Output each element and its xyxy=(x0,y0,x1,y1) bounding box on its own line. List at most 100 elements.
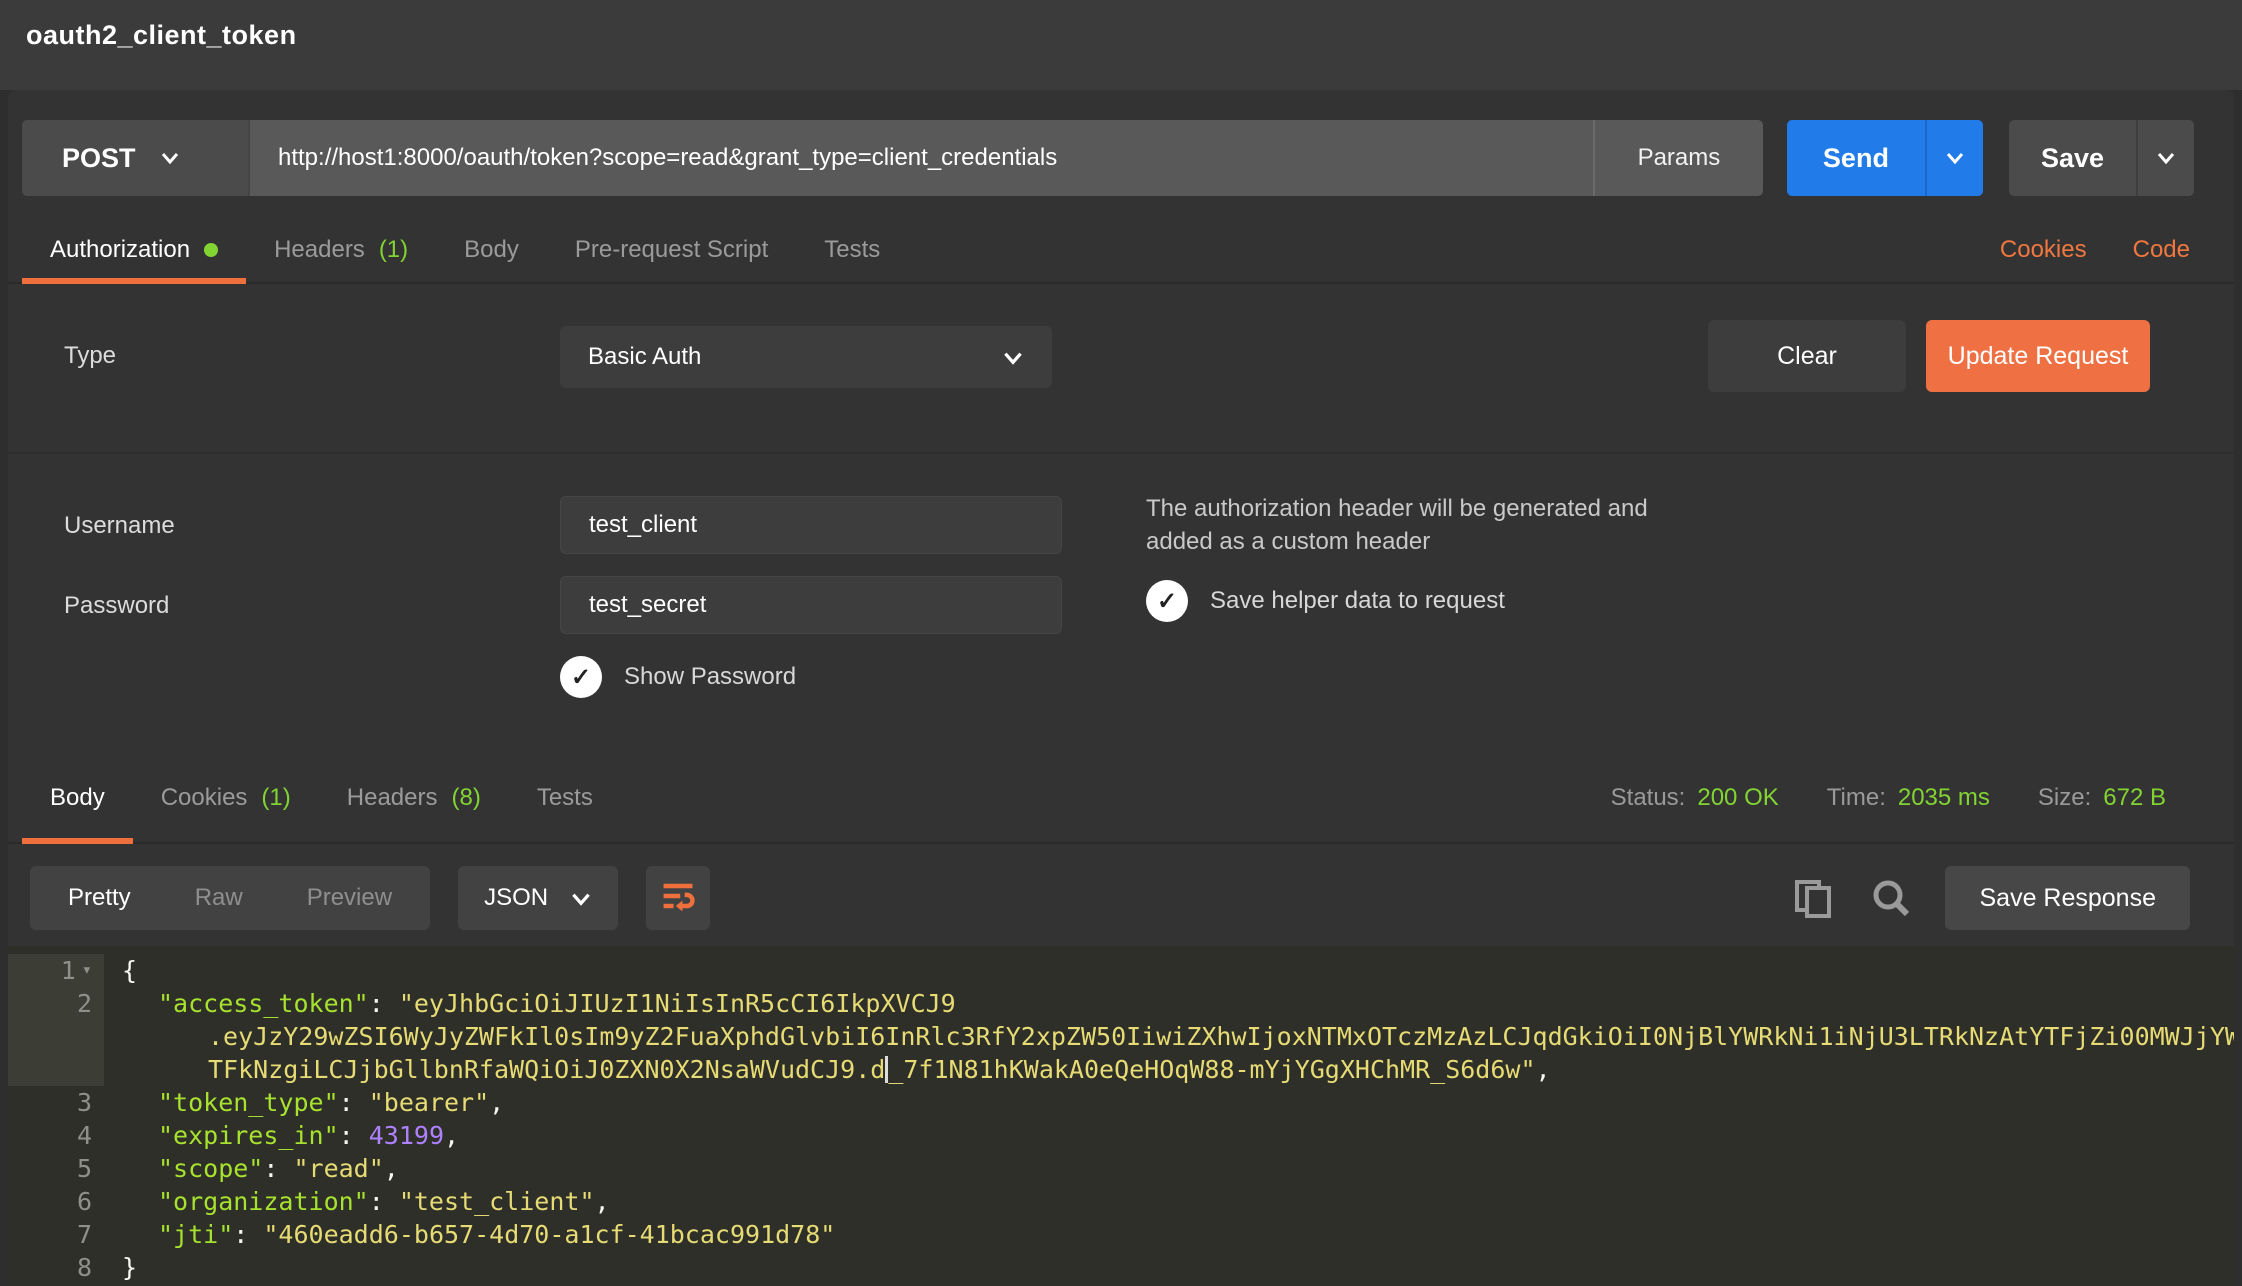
view-raw-tab[interactable]: Raw xyxy=(163,884,275,912)
check-icon: ✓ xyxy=(560,656,602,698)
chevron-down-icon xyxy=(568,886,592,910)
auth-type-value: Basic Auth xyxy=(588,343,701,371)
request-title: oauth2_client_token xyxy=(26,20,297,51)
search-response-button[interactable] xyxy=(1869,876,1913,920)
status-meta: Status: 200 OK xyxy=(1611,784,1779,812)
response-meta: Status: 200 OK Time: 2035 ms Size: 672 B xyxy=(1611,784,2166,812)
line-number: 8 xyxy=(77,1251,92,1284)
response-format-dropdown[interactable]: JSON xyxy=(458,866,618,930)
size-value: 672 B xyxy=(2103,784,2166,812)
open-brace: { xyxy=(122,956,137,985)
params-button[interactable]: Params xyxy=(1593,120,1763,196)
line-gutter: 6 xyxy=(8,1185,104,1218)
json-key: "token_type" xyxy=(158,1088,339,1117)
response-tab-headers-label: Headers xyxy=(347,784,438,812)
line-gutter: 7 xyxy=(8,1218,104,1251)
view-preview-tab[interactable]: Preview xyxy=(275,884,424,912)
wrap-text-icon xyxy=(658,876,698,921)
tab-tests[interactable]: Tests xyxy=(796,218,908,282)
response-headers-count-badge: (8) xyxy=(451,784,480,812)
save-helper-toggle[interactable]: ✓ Save helper data to request xyxy=(1146,580,1505,622)
json-colon: : xyxy=(263,1154,293,1183)
line-gutter: 2 xyxy=(8,987,104,1020)
json-colon: : xyxy=(369,1187,399,1216)
fold-caret-icon[interactable]: ▾ xyxy=(82,954,92,987)
json-colon: : xyxy=(339,1088,369,1117)
response-tab-tests[interactable]: Tests xyxy=(509,754,621,842)
save-response-button[interactable]: Save Response xyxy=(1945,866,2190,930)
clear-button[interactable]: Clear xyxy=(1708,320,1906,392)
tab-prerequest-label: Pre-request Script xyxy=(575,236,768,264)
response-tab-headers[interactable]: Headers (8) xyxy=(319,754,509,842)
tab-prerequest-script[interactable]: Pre-request Script xyxy=(547,218,796,282)
response-body-editor[interactable]: 1 ▾ { 2 "access_token": "eyJhbGciOiJIUzI… xyxy=(8,946,2234,1286)
save-options-button[interactable] xyxy=(2136,120,2194,196)
time-label: Time: xyxy=(1827,784,1886,812)
method-dropdown[interactable]: POST xyxy=(22,120,248,196)
copy-response-button[interactable] xyxy=(1791,876,1835,920)
line-gutter xyxy=(8,1020,104,1053)
window-header: oauth2_client_token xyxy=(0,0,2242,90)
code-link[interactable]: Code xyxy=(2133,236,2190,264)
json-key: "scope" xyxy=(158,1154,263,1183)
view-pretty-tab[interactable]: Pretty xyxy=(36,884,163,912)
request-bar: POST Params Send Save xyxy=(22,120,2194,196)
request-editor-panel: POST Params Send Save xyxy=(8,90,2234,1286)
code-line: 2 "access_token": "eyJhbGciOiJIUzI1NiIsI… xyxy=(8,987,2234,1020)
code-line: 7 "jti": "460eadd6-b657-4d70-a1cf-41bcac… xyxy=(8,1218,2234,1251)
cookies-count-badge: (1) xyxy=(261,784,290,812)
json-string-value: _7f1N81hKWakA0eQeHOqW88-mYjYGgXHChMR_S6d… xyxy=(888,1055,1535,1084)
code-line: 8 } xyxy=(8,1251,2234,1284)
json-comma: , xyxy=(489,1088,504,1117)
code-line-wrap: .eyJzY29wZSI6WyJyZWFkIl0sIm9yZ2FuaXphdGl… xyxy=(8,1020,2234,1053)
json-key: "jti" xyxy=(158,1220,233,1249)
auth-helper-note-line2: added as a custom header xyxy=(1146,525,1648,558)
tab-headers-label: Headers xyxy=(274,236,365,264)
auth-configured-dot xyxy=(204,243,218,257)
password-label: Password xyxy=(64,592,169,620)
tab-authorization[interactable]: Authorization xyxy=(22,218,246,282)
response-format-value: JSON xyxy=(484,884,548,912)
json-string-value: .eyJzY29wZSI6WyJyZWFkIl0sIm9yZ2FuaXphdGl… xyxy=(208,1022,2234,1051)
line-gutter xyxy=(8,1053,104,1086)
headers-count-badge: (1) xyxy=(379,236,408,264)
code-line: 5 "scope": "read", xyxy=(8,1152,2234,1185)
response-tab-cookies-label: Cookies xyxy=(161,784,248,812)
url-group: POST Params xyxy=(22,120,1763,196)
status-value: 200 OK xyxy=(1697,784,1778,812)
json-comma: , xyxy=(384,1154,399,1183)
line-gutter: 3 xyxy=(8,1086,104,1119)
show-password-toggle[interactable]: ✓ Show Password xyxy=(560,656,796,698)
update-request-button[interactable]: Update Request xyxy=(1926,320,2150,392)
json-string-value: "test_client" xyxy=(399,1187,595,1216)
cookies-link[interactable]: Cookies xyxy=(2000,236,2087,264)
send-button[interactable]: Send xyxy=(1787,120,1983,196)
tab-body[interactable]: Body xyxy=(436,218,547,282)
url-input[interactable] xyxy=(248,120,1593,196)
send-label[interactable]: Send xyxy=(1787,120,1925,196)
response-tab-cookies[interactable]: Cookies (1) xyxy=(133,754,319,842)
json-colon: : xyxy=(369,989,399,1018)
check-icon: ✓ xyxy=(1146,580,1188,622)
save-button[interactable]: Save xyxy=(2009,120,2194,196)
time-meta: Time: 2035 ms xyxy=(1827,784,1990,812)
code-line-wrap: TFkNzgiLCJjbGllbnRfaWQiOiJ0ZXN0X2NsaWVud… xyxy=(8,1053,2234,1086)
save-label[interactable]: Save xyxy=(2009,120,2136,196)
password-input[interactable] xyxy=(560,576,1062,634)
send-options-button[interactable] xyxy=(1925,120,1983,196)
tab-headers[interactable]: Headers (1) xyxy=(246,218,436,282)
response-view-group: Pretty Raw Preview xyxy=(30,866,430,930)
auth-type-dropdown[interactable]: Basic Auth xyxy=(560,326,1052,388)
status-label: Status: xyxy=(1611,784,1686,812)
copy-icon xyxy=(1791,907,1835,924)
username-input[interactable] xyxy=(560,496,1062,554)
code-line: 3 "token_type": "bearer", xyxy=(8,1086,2234,1119)
response-tab-body[interactable]: Body xyxy=(22,754,133,842)
params-label: Params xyxy=(1638,144,1721,172)
line-number: 1 xyxy=(61,954,76,987)
search-icon xyxy=(1869,907,1913,924)
size-meta: Size: 672 B xyxy=(2038,784,2166,812)
wrap-text-button[interactable] xyxy=(646,866,710,930)
tab-tests-label: Tests xyxy=(824,236,880,264)
line-gutter: 8 xyxy=(8,1251,104,1284)
